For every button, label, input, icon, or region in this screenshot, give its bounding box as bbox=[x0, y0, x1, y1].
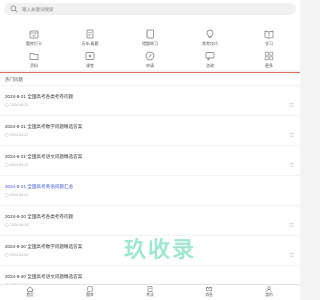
list-item-meta: 2024-09-21 bbox=[5, 193, 28, 197]
quick-link-more[interactable]: 更多 bbox=[249, 51, 289, 69]
list-header: 热门问题 bbox=[5, 77, 23, 82]
lightbulb-icon bbox=[206, 29, 214, 38]
quick-link-papers[interactable]: 历年/真题 bbox=[70, 29, 110, 47]
bottom-tab-bar: 首页 题库 考试 消息 我的 bbox=[0, 284, 300, 300]
trash-icon[interactable] bbox=[289, 252, 294, 257]
trash-icon[interactable] bbox=[289, 102, 294, 107]
trash-icon[interactable] bbox=[289, 222, 294, 227]
quick-link-label: 常考技巧 bbox=[202, 41, 218, 46]
list-item-meta: 2024-09-21 bbox=[5, 163, 28, 167]
list-item[interactable]: 2024-9-21 全国高考各类考卷问题 2024-09-21 bbox=[0, 85, 300, 115]
search-box[interactable] bbox=[4, 3, 296, 15]
calendar-check-icon bbox=[29, 30, 39, 39]
quick-link-label: 学习 bbox=[265, 41, 273, 46]
list-item-meta: 2024-09-20 bbox=[5, 253, 28, 257]
list-item-title[interactable]: 2024-9-21 全国高考数学问题精选答案 bbox=[5, 124, 82, 130]
tab-label: 首页 bbox=[26, 293, 34, 297]
search-icon bbox=[10, 5, 18, 13]
quick-link-daily[interactable]: 题库打卡 bbox=[14, 29, 54, 47]
trash-icon[interactable] bbox=[289, 132, 294, 137]
quick-link-label: 错题练习 bbox=[142, 41, 158, 46]
list-item-title[interactable]: 2024-9-20 全国高考语文问题精选答案 bbox=[5, 274, 82, 280]
list-item-title[interactable]: 2024-9-20 全国高考各类考卷问题 bbox=[5, 214, 73, 220]
tab-exam[interactable]: 考试 bbox=[138, 286, 162, 298]
chat-icon bbox=[205, 52, 215, 61]
document-icon bbox=[86, 29, 94, 39]
quick-link-materials[interactable]: 资料 bbox=[14, 51, 54, 69]
tab-label: 题库 bbox=[86, 293, 94, 297]
tab-home[interactable]: 首页 bbox=[18, 286, 42, 298]
tab-library[interactable]: 题库 bbox=[78, 286, 102, 298]
quick-link-label: 更多 bbox=[265, 63, 273, 68]
home-icon bbox=[27, 286, 33, 292]
clock-icon bbox=[5, 163, 9, 167]
edit-icon bbox=[145, 51, 155, 61]
trash-icon[interactable] bbox=[289, 162, 294, 167]
quick-link-mistakes[interactable]: 错题练习 bbox=[130, 29, 170, 47]
clock-icon bbox=[5, 133, 9, 137]
tab-profile[interactable]: 我的 bbox=[257, 286, 281, 298]
quick-link-study[interactable]: 学习 bbox=[249, 29, 289, 47]
list-item-title[interactable]: 2024-9-21 全国高考英语问题汇总 bbox=[5, 184, 73, 190]
list-item-date: 2024-09-21 bbox=[10, 163, 29, 167]
list-item-meta: 2024-09-20 bbox=[5, 223, 28, 227]
list-item[interactable]: 2024-9-20 全国高考各类考卷问题 2024-09-20 bbox=[0, 205, 300, 235]
exam-icon bbox=[147, 286, 153, 292]
clock-icon bbox=[5, 103, 9, 107]
quick-link-label: 课堂 bbox=[86, 63, 94, 68]
quick-link-tips[interactable]: 常考技巧 bbox=[190, 29, 230, 47]
tab-label: 消息 bbox=[205, 293, 213, 297]
message-icon bbox=[206, 286, 212, 292]
quick-link-label: 咨询 bbox=[206, 63, 214, 68]
list-item-date: 2024-09-21 bbox=[10, 133, 29, 137]
list-item-date: 2024-09-20 bbox=[10, 253, 29, 257]
quick-link-label: 历年/真题 bbox=[81, 41, 99, 46]
clock-icon bbox=[5, 223, 9, 227]
tab-label: 考试 bbox=[146, 293, 154, 297]
quick-link-consult[interactable]: 咨询 bbox=[190, 51, 230, 69]
list-item-title[interactable]: 2024-9-21 全国高考各类考卷问题 bbox=[5, 94, 73, 100]
list-item-title[interactable]: 2024-9-20 全国高考数学问题精选答案 bbox=[5, 244, 82, 250]
library-icon bbox=[87, 286, 93, 292]
user-icon bbox=[266, 286, 272, 292]
book-icon bbox=[264, 30, 274, 39]
list-item-meta: 2024-09-21 bbox=[5, 133, 28, 137]
list-item-date: 2024-09-21 bbox=[10, 103, 29, 107]
clock-icon bbox=[5, 193, 9, 197]
quick-link-class[interactable]: 课堂 bbox=[70, 51, 110, 69]
quick-link-label: 题库打卡 bbox=[26, 41, 42, 46]
notebook-icon bbox=[146, 29, 154, 39]
quick-links-grid: 题库打卡 历年/真题 错题练习 常考技巧 学习 资料 课堂 申请 咨询 更多 bbox=[0, 18, 300, 70]
grid-icon bbox=[264, 51, 274, 61]
quick-link-apply[interactable]: 申请 bbox=[130, 51, 170, 69]
clock-icon bbox=[5, 253, 9, 257]
tab-label: 我的 bbox=[265, 293, 273, 297]
list-item-meta: 2024-09-21 bbox=[5, 103, 28, 107]
search-input[interactable] bbox=[22, 4, 222, 14]
list-item-date: 2024-09-21 bbox=[10, 193, 29, 197]
top-bar bbox=[0, 0, 300, 18]
folder-icon bbox=[29, 53, 39, 60]
watermark-logo: 玖收录 bbox=[124, 237, 197, 262]
play-icon bbox=[85, 52, 95, 60]
list-item[interactable]: 2024-9-21 全国高考英语问题汇总 2024-09-21 bbox=[0, 175, 300, 205]
list-item-date: 2024-09-20 bbox=[10, 223, 29, 227]
list-item[interactable]: 2024-9-21 全国高考数学问题精选答案 2024-09-21 bbox=[0, 115, 300, 145]
tab-messages[interactable]: 消息 bbox=[197, 286, 221, 298]
quick-link-label: 申请 bbox=[146, 63, 154, 68]
quick-link-label: 资料 bbox=[30, 63, 38, 68]
list-item-title[interactable]: 2024-9-21 全国高考语文问题精选答案 bbox=[5, 154, 82, 160]
list-item[interactable]: 2024-9-21 全国高考语文问题精选答案 2024-09-21 bbox=[0, 145, 300, 175]
